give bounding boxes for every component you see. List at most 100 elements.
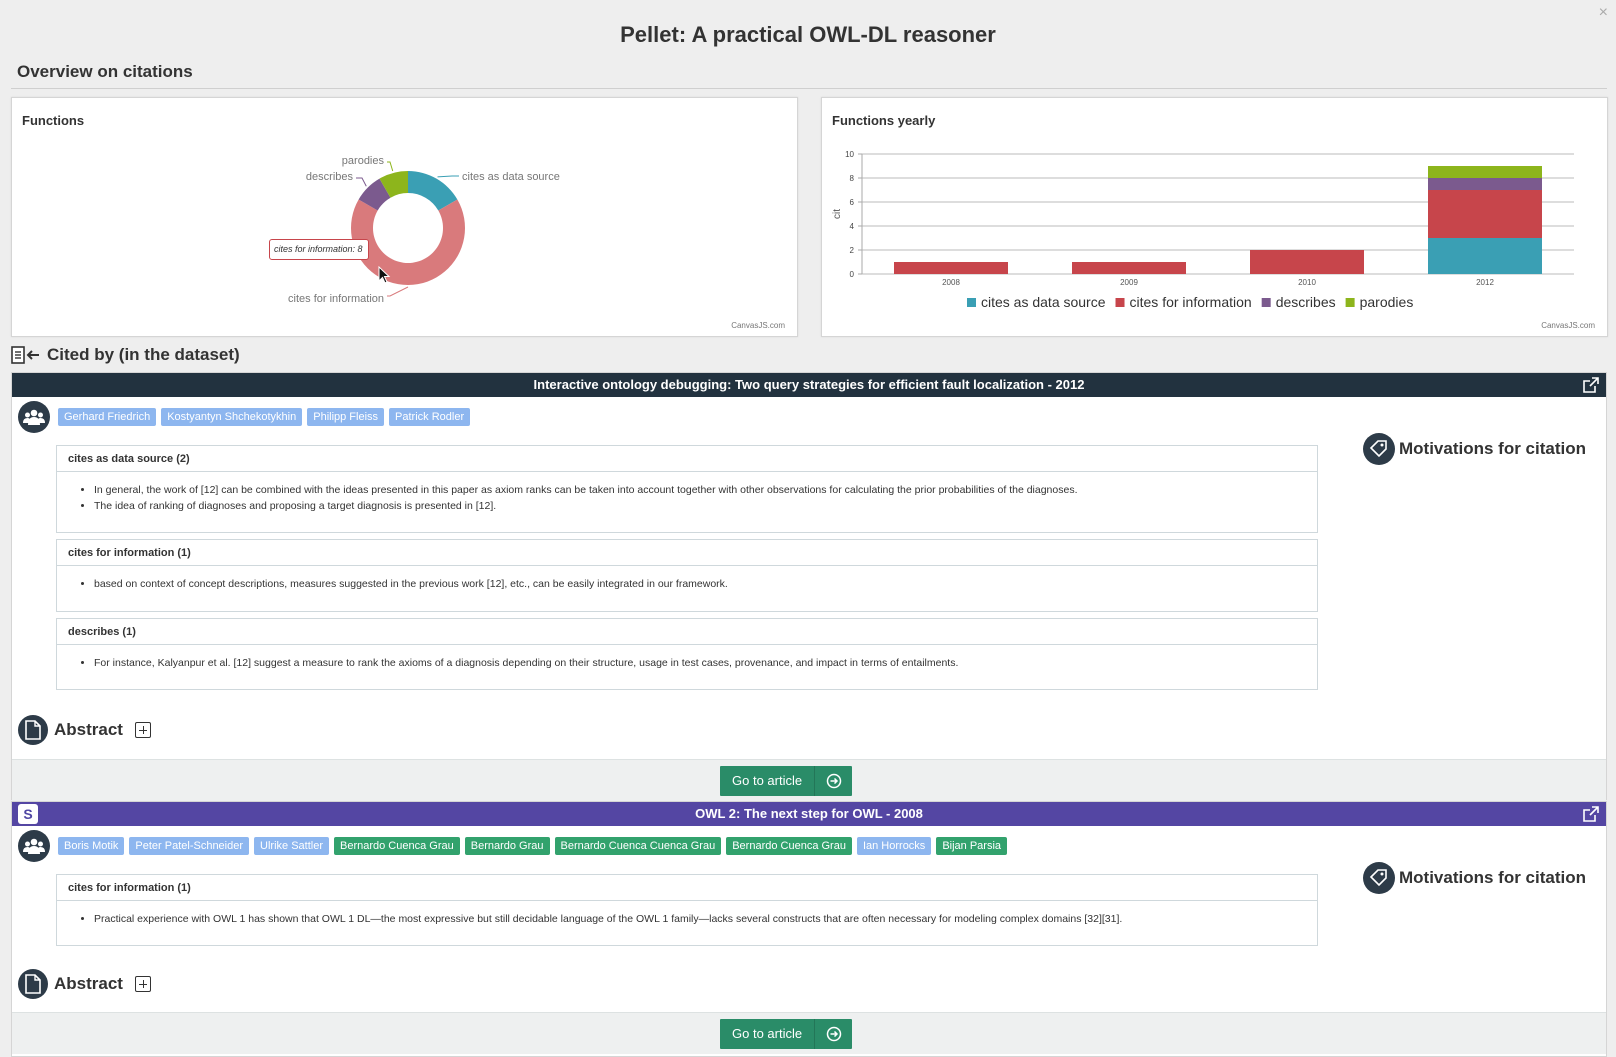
authors-icon: [18, 830, 50, 862]
author-tag[interactable]: Bernardo Cuenca Grau: [726, 837, 852, 855]
citation-context: The idea of ranking of diagnoses and pro…: [94, 498, 1317, 514]
author-tag[interactable]: Bernardo Cuenca Cuenca Grau: [554, 837, 722, 855]
go-to-article-button[interactable]: Go to article: [720, 1019, 852, 1049]
abstract-section: Abstract: [18, 715, 151, 745]
author-tag[interactable]: Kostyantyn Shchekotykhin: [161, 408, 303, 426]
citation-context: For instance, Kalyanpur et al. [12] sugg…: [94, 655, 1317, 671]
motivations-label: Motivations for citation: [1399, 868, 1586, 887]
bar-segment[interactable]: [894, 262, 1008, 274]
bar-segment[interactable]: [1428, 238, 1542, 274]
pie-label-line: [387, 161, 394, 172]
legend-swatch: [1261, 298, 1271, 307]
tag-icon: [1363, 433, 1395, 465]
legend-label[interactable]: cites for information: [1130, 294, 1252, 310]
author-tag[interactable]: Gerhard Friedrich: [58, 408, 157, 426]
close-icon[interactable]: ×: [1599, 4, 1608, 22]
arrow-circle-icon: [814, 766, 852, 796]
function-box: cites for information (1) based on conte…: [56, 539, 1318, 612]
legend-swatch: [967, 298, 976, 307]
bar-segment[interactable]: [1428, 178, 1542, 190]
expand-abstract-icon[interactable]: [134, 976, 151, 992]
expand-abstract-icon[interactable]: [134, 722, 151, 738]
abstract-label: Abstract: [54, 974, 123, 993]
cited-by-icon: [11, 346, 39, 364]
author-tag[interactable]: Bernardo Grau: [464, 837, 550, 855]
functions-panel: Functions cites as data source cites for …: [11, 97, 798, 337]
pie-label-line: [356, 177, 367, 187]
abstract-label: Abstract: [54, 720, 123, 739]
legend-swatch: [1115, 298, 1125, 307]
legend-label[interactable]: describes: [1276, 294, 1336, 310]
abstract-section: Abstract: [18, 969, 151, 999]
function-title[interactable]: cites as data source (2): [57, 446, 1317, 472]
authors-icon: [18, 401, 50, 433]
x-tick-label: 2008: [942, 278, 960, 287]
article-title-bar[interactable]: Interactive ontology debugging: Two quer…: [12, 373, 1606, 397]
page-title: Pellet: A practical OWL-DL reasoner: [620, 22, 996, 47]
external-link-icon[interactable]: [1582, 805, 1600, 823]
legend-label[interactable]: cites as data source: [981, 294, 1106, 310]
external-link-icon[interactable]: [1582, 376, 1600, 394]
document-icon: [18, 715, 48, 745]
function-box: cites as data source (2) In general, the…: [56, 445, 1318, 533]
citation-context: Practical experience with OWL 1 has show…: [94, 911, 1317, 927]
x-tick-label: 2012: [1476, 278, 1494, 287]
document-icon: [18, 969, 48, 999]
article-title[interactable]: OWL 2: The next step for OWL - 2008: [695, 806, 923, 821]
cited-by-heading: Cited by (in the dataset): [11, 345, 240, 365]
pie-label-line: [437, 175, 459, 178]
arrow-circle-icon: [814, 1019, 852, 1049]
article-card: Interactive ontology debugging: Two quer…: [11, 372, 1607, 801]
function-title[interactable]: describes (1): [57, 619, 1317, 645]
citation-context: based on context of concept descriptions…: [94, 576, 1317, 592]
bar-segment[interactable]: [1428, 166, 1542, 178]
y-tick-label: 6: [850, 198, 855, 207]
pie-tooltip: cites for information: 8: [269, 239, 369, 260]
function-box: describes (1) For instance, Kalyanpur et…: [56, 618, 1318, 690]
function-box: cites for information (1) Practical expe…: [56, 874, 1318, 946]
x-tick-label: 2009: [1120, 278, 1138, 287]
go-to-article-label: Go to article: [732, 1026, 803, 1041]
function-title[interactable]: cites for information (1): [57, 875, 1317, 901]
y-tick-label: 4: [850, 222, 855, 231]
pie-label: cites as data source: [462, 171, 560, 183]
go-row: Go to article: [12, 1012, 1606, 1054]
author-list: Gerhard Friedrich Kostyantyn Shchekotykh…: [18, 401, 475, 433]
pie-label: cites for information: [288, 293, 384, 305]
author-tag[interactable]: Boris Motik: [58, 837, 125, 855]
article-title-bar[interactable]: S OWL 2: The next step for OWL - 2008: [12, 802, 1606, 826]
author-list: Boris Motik Peter Patel-Schneider Ulrike…: [18, 830, 1012, 862]
author-tag[interactable]: Bernardo Cuenca Grau: [334, 837, 460, 855]
y-axis-label: cit: [832, 209, 843, 219]
bar-segment[interactable]: [1428, 190, 1542, 238]
pie-label-line: [387, 286, 409, 297]
legend-label[interactable]: parodies: [1360, 294, 1414, 310]
go-to-article-button[interactable]: Go to article: [720, 766, 852, 796]
functions-yearly-chart: 0 2 4 6 8 10 cit 2008 2009 2010 2012 cites as data …: [832, 150, 1574, 310]
y-tick-label: 0: [850, 270, 855, 279]
author-tag[interactable]: Ulrike Sattler: [254, 837, 329, 855]
author-tag[interactable]: Peter Patel-Schneider: [129, 837, 250, 855]
pie-label: describes: [306, 171, 354, 183]
tag-icon: [1363, 862, 1395, 894]
section-title: Overview on citations: [17, 62, 193, 81]
motivations-label: Motivations for citation: [1399, 439, 1586, 458]
pie-label: parodies: [342, 155, 385, 167]
divider: [11, 88, 1607, 89]
go-row: Go to article: [12, 759, 1606, 801]
motivations-heading: Motivations for citation: [1363, 433, 1586, 465]
author-tag[interactable]: Ian Horrocks: [856, 837, 932, 855]
mouse-cursor-icon: [378, 266, 391, 284]
function-title[interactable]: cites for information (1): [57, 540, 1317, 566]
bar-segment[interactable]: [1072, 262, 1186, 274]
x-tick-label: 2010: [1298, 278, 1316, 287]
author-tag[interactable]: Patrick Rodler: [389, 408, 471, 426]
author-tag[interactable]: Bijan Parsia: [936, 837, 1008, 855]
author-tag[interactable]: Philipp Fleiss: [307, 408, 385, 426]
motivations-heading: Motivations for citation: [1363, 862, 1586, 894]
bar-segment[interactable]: [1250, 250, 1364, 274]
functions-credit[interactable]: CanvasJS.com: [731, 321, 785, 330]
article-title[interactable]: Interactive ontology debugging: Two quer…: [534, 377, 1085, 392]
yearly-credit[interactable]: CanvasJS.com: [1541, 321, 1595, 330]
source-badge: S: [18, 804, 38, 824]
